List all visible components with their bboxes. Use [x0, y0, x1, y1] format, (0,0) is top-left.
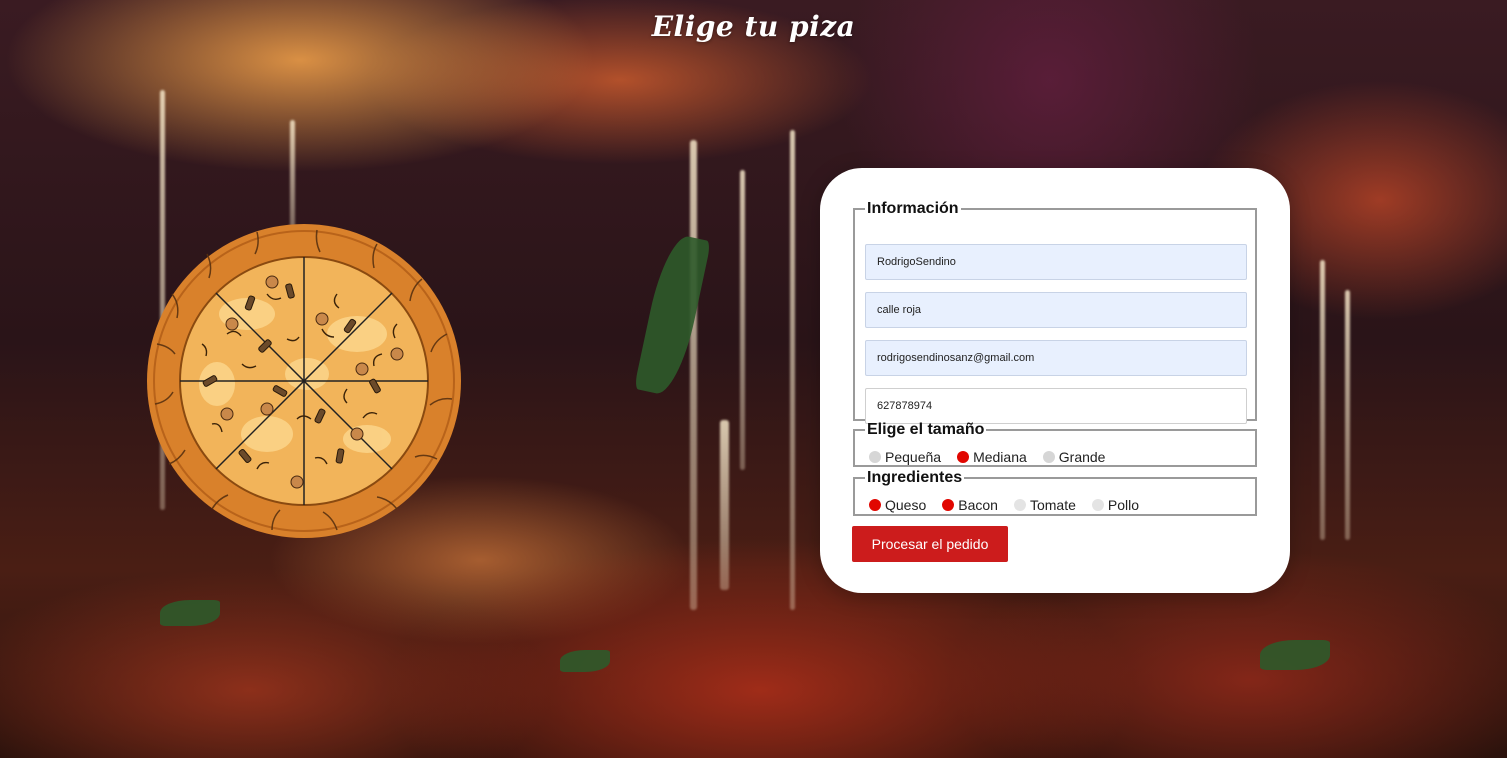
size-label-large: Grande — [1058, 449, 1106, 465]
ingredient-option-cheese[interactable]: Queso — [869, 497, 926, 513]
information-fieldset: Información RodrigoSendino calle roja ro… — [853, 200, 1257, 424]
checkbox-bacon[interactable] — [942, 499, 955, 511]
size-fieldset: Elige el tamaño Pequeña Mediana Grande — [853, 421, 1257, 467]
ingredient-option-bacon[interactable]: Bacon — [942, 497, 998, 513]
order-card: Información RodrigoSendino calle roja ro… — [820, 168, 1290, 593]
ingredient-label-bacon: Bacon — [958, 497, 998, 513]
ingredient-options: Queso Bacon Tomate Pollo — [869, 497, 1155, 513]
phone-input[interactable]: 627878974 — [865, 388, 1247, 424]
email-input[interactable]: rodrigosendinosanz@gmail.com — [865, 340, 1247, 376]
size-option-small[interactable]: Pequeña — [869, 449, 941, 465]
process-order-button[interactable]: Procesar el pedido — [852, 526, 1008, 562]
checkbox-chicken[interactable] — [1091, 499, 1104, 511]
ingredients-legend: Ingredientes — [867, 469, 963, 486]
radio-small[interactable] — [869, 451, 881, 463]
radio-large[interactable] — [1042, 451, 1055, 463]
size-legend: Elige el tamaño — [867, 421, 985, 438]
pizza-icon — [147, 224, 461, 538]
size-label-small: Pequeña — [885, 449, 942, 465]
ingredient-label-chicken: Pollo — [1107, 497, 1140, 513]
size-option-medium[interactable]: Mediana — [957, 449, 1027, 465]
information-legend: Información — [867, 200, 959, 217]
size-option-large[interactable]: Grande — [1042, 449, 1106, 465]
ingredient-label-tomato: Tomate — [1029, 497, 1076, 513]
ingredient-option-tomato[interactable]: Tomate — [1013, 497, 1076, 513]
checkbox-tomato[interactable] — [1013, 499, 1026, 511]
size-options: Pequeña Mediana Grande — [869, 449, 1121, 465]
address-input[interactable]: calle roja — [865, 292, 1247, 328]
ingredient-option-chicken[interactable]: Pollo — [1091, 497, 1140, 513]
ingredients-fieldset: Ingredientes Queso Bacon Tomate Pollo — [853, 469, 1257, 516]
checkbox-cheese[interactable] — [869, 499, 881, 511]
name-input[interactable]: RodrigoSendino — [865, 244, 1247, 280]
radio-medium[interactable] — [957, 451, 970, 463]
page-title: Elige tu piza — [651, 10, 856, 43]
size-label-medium: Mediana — [973, 449, 1027, 465]
ingredient-label-cheese: Queso — [885, 497, 927, 513]
